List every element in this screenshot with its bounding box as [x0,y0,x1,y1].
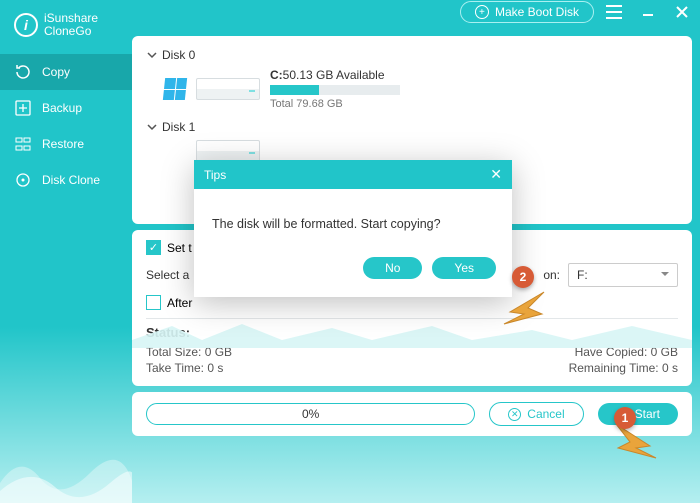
dialog-no-button[interactable]: No [363,257,422,279]
minimize-button[interactable] [634,0,662,26]
sidebar-label: Restore [42,137,84,151]
after-checkbox[interactable]: After [146,295,678,310]
disk-clone-icon [14,171,32,189]
make-boot-disk-button[interactable]: + Make Boot Disk [460,1,594,23]
windows-icon [163,78,187,100]
checkbox-off-icon [146,295,161,310]
partition-label: on: [543,268,560,282]
dialog-close-button[interactable]: ✕ [490,166,502,183]
checkbox-on-icon: ✓ [146,240,161,255]
status-block: Status: Total Size: 0 GBHave Copied: 0 G… [146,318,678,376]
chevron-down-icon [146,49,158,61]
sidebar: i iSunshare CloneGo Copy Backup Restore … [0,0,132,503]
chevron-down-icon [146,121,158,133]
logo-icon: i [14,13,38,37]
progress-bar: 0% [146,403,475,425]
sidebar-item-backup[interactable]: Backup [0,90,132,126]
disk1-header[interactable]: Disk 1 [146,120,678,134]
sidebar-item-diskclone[interactable]: Disk Clone [0,162,132,198]
sidebar-label: Disk Clone [42,173,100,187]
sidebar-label: Copy [42,65,70,79]
dialog-message: The disk will be formatted. Start copyin… [194,189,512,247]
select-label: Select a [146,268,189,282]
titlebar: + Make Boot Disk [460,0,696,26]
logo-line2: CloneGo [44,25,98,38]
partition-select[interactable]: F: [568,263,678,287]
hdd-icon [196,140,260,162]
usage-bar [270,85,400,95]
menu-button[interactable] [600,0,628,26]
status-title: Status: [146,325,678,340]
hdd-icon [196,78,260,100]
backup-icon [14,99,32,117]
dialog-yes-button[interactable]: Yes [432,257,496,279]
app-logo: i iSunshare CloneGo [0,0,132,54]
cancel-button[interactable]: ✕Cancel [489,402,583,426]
plus-icon: + [475,5,489,19]
confirm-dialog: Tips ✕ The disk will be formatted. Start… [194,160,512,297]
dialog-title: Tips [204,168,226,182]
disk0-header[interactable]: Disk 0 [146,48,678,62]
restore-icon [14,135,32,153]
boot-label: Make Boot Disk [495,5,579,19]
close-button[interactable] [668,0,696,26]
copy-icon [14,63,32,81]
drive-total: Total 79.68 GB [270,98,400,110]
sidebar-label: Backup [42,101,82,115]
cancel-icon: ✕ [508,408,521,421]
callout-badge-2: 2 [512,266,534,288]
decor-hills [0,443,132,503]
callout-badge-1: 1 [614,407,636,429]
callout-arrow-1 [608,420,658,460]
drive-c[interactable]: C:50.13 GB Available Total 79.68 GB [146,68,678,118]
sidebar-item-copy[interactable]: Copy [0,54,132,90]
sidebar-item-restore[interactable]: Restore [0,126,132,162]
callout-arrow-2 [498,288,548,332]
